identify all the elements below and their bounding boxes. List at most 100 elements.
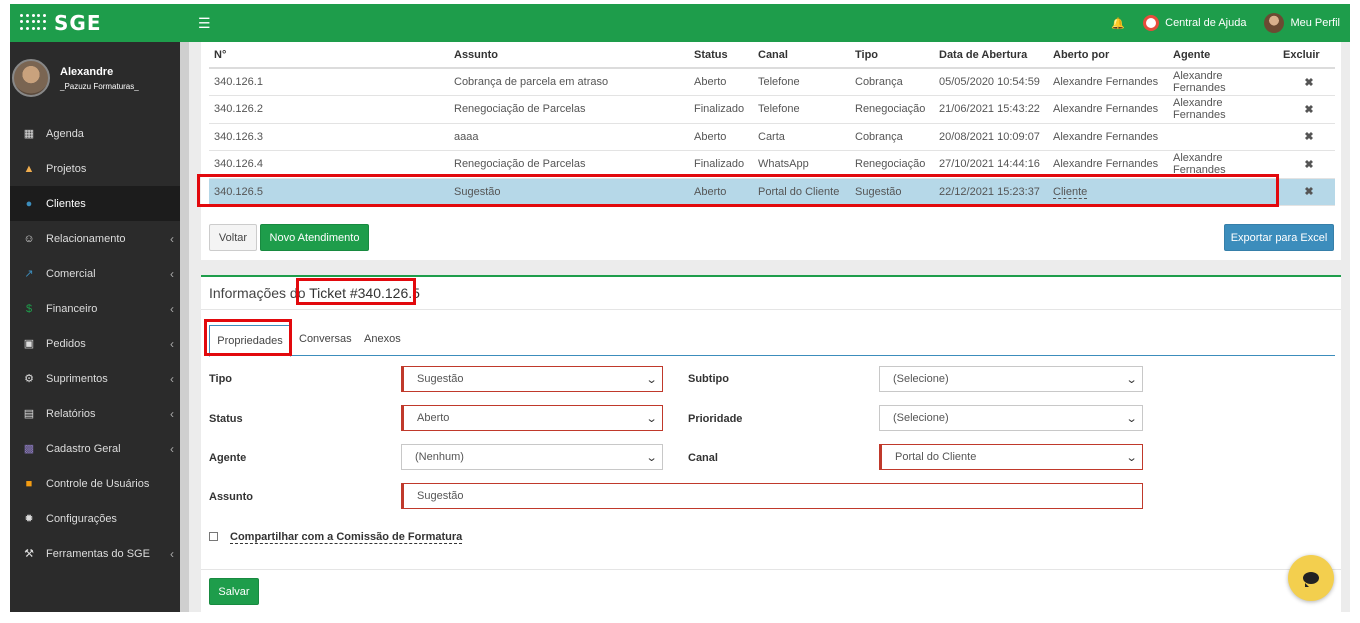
chevron-down-icon: ⌄ <box>1125 413 1138 425</box>
table-row[interactable]: 340.126.3 aaaa Aberto Carta Cobrança 20/… <box>209 123 1335 151</box>
sidebar-item-cadastro-geral[interactable]: ▩ Cadastro Geral ‹ <box>10 431 180 466</box>
sidebar-item-label: Projetos <box>46 162 87 175</box>
hamburger-menu-icon[interactable]: ☰ <box>198 15 211 32</box>
lifebuoy-icon <box>1143 15 1160 31</box>
status-select[interactable]: Aberto ⌄ <box>401 405 663 431</box>
cell-tipo: Renegociação <box>850 150 934 179</box>
table-row-selected[interactable]: 340.126.5 Sugestão Aberto Portal do Clie… <box>209 178 1335 206</box>
cell-numero: 340.126.2 <box>209 95 449 124</box>
logo-text: SGE <box>54 11 102 35</box>
calendar-icon: ▦ <box>23 128 35 140</box>
delete-x-icon[interactable]: ✖ <box>1278 178 1335 206</box>
sidebar-item-agenda[interactable]: ▦ Agenda <box>10 116 180 151</box>
prioridade-label: Prioridade <box>688 413 743 425</box>
cell-canal: WhatsApp <box>753 150 850 179</box>
salvar-button[interactable]: Salvar <box>209 578 259 605</box>
cell-assunto: Renegociação de Parcelas <box>449 95 689 124</box>
profile-link[interactable]: Meu Perfil <box>1264 13 1340 33</box>
col-header-agente[interactable]: Agente <box>1168 42 1278 69</box>
agente-select[interactable]: (Nenhum) ⌄ <box>401 444 663 470</box>
tab-propriedades[interactable]: Propriedades <box>209 325 291 357</box>
assunto-value: Sugestão <box>417 490 464 502</box>
cell-data: 05/05/2020 10:54:59 <box>934 68 1048 96</box>
voltar-button[interactable]: Voltar <box>209 224 257 251</box>
sge-logo[interactable]: SGE <box>10 11 180 35</box>
assunto-input[interactable]: Sugestão <box>401 483 1143 509</box>
delete-x-icon[interactable]: ✖ <box>1278 95 1335 124</box>
profile-avatar <box>1264 13 1285 33</box>
cell-tipo: Sugestão <box>850 178 934 206</box>
delete-x-icon[interactable]: ✖ <box>1278 68 1335 96</box>
cell-agente <box>1168 123 1278 151</box>
col-header-aberto-por[interactable]: Aberto por <box>1048 42 1168 69</box>
delete-x-icon[interactable]: ✖ <box>1278 123 1335 151</box>
cell-agente: Alexandre Fernandes <box>1168 68 1278 96</box>
compartilhar-checkbox[interactable] <box>209 532 218 541</box>
folder-icon: ▲ <box>23 162 35 175</box>
sidebar-item-comercial[interactable]: ↗ Comercial ‹ <box>10 256 180 291</box>
sidebar-item-controle-usuarios[interactable]: ■ Controle de Usuários <box>10 466 180 501</box>
sidebar-item-label: Pedidos <box>46 337 86 350</box>
user-name: Alexandre <box>60 65 114 78</box>
prioridade-select[interactable]: (Selecione) ⌄ <box>879 405 1143 431</box>
cell-agente <box>1168 178 1278 206</box>
help-center-link[interactable]: Central de Ajuda <box>1143 15 1246 31</box>
chat-bubble-icon[interactable] <box>1288 555 1334 601</box>
table-row[interactable]: 340.126.2 Renegociação de Parcelas Final… <box>209 95 1335 124</box>
sidebar-item-projetos[interactable]: ▲ Projetos <box>10 151 180 186</box>
ticket-number: Ticket #340.126.5 <box>309 285 420 301</box>
wrench-icon: ⚒ <box>24 548 34 560</box>
sidebar-item-ferramentas[interactable]: ⚒ Ferramentas do SGE ‹ <box>10 536 180 571</box>
cell-numero: 340.126.4 <box>209 150 449 179</box>
col-header-status[interactable]: Status <box>689 42 753 69</box>
sidebar-item-pedidos[interactable]: ▣ Pedidos ‹ <box>10 326 180 361</box>
cell-numero: 340.126.5 <box>209 178 449 206</box>
col-header-numero[interactable]: N° <box>209 42 449 69</box>
sidebar-item-clientes[interactable]: ● Clientes <box>10 186 180 221</box>
chevron-down-icon: ⌄ <box>645 374 658 386</box>
col-header-data[interactable]: Data de Abertura <box>934 42 1048 69</box>
sidebar-item-relacionamento[interactable]: ☺ Relacionamento ‹ <box>10 221 180 256</box>
tab-conversas[interactable]: Conversas <box>299 333 352 345</box>
cell-aberto-por: Alexandre Fernandes <box>1048 123 1168 151</box>
info-title: Informações do Ticket #340.126.5 <box>209 285 420 301</box>
col-header-canal[interactable]: Canal <box>753 42 850 69</box>
notifications-bell-icon[interactable]: 🔔 <box>1111 17 1125 30</box>
divider <box>201 309 1341 310</box>
col-header-tipo[interactable]: Tipo <box>850 42 934 69</box>
sidebar-item-suprimentos[interactable]: ⚙ Suprimentos ‹ <box>10 361 180 396</box>
table-header-row: N° Assunto Status Canal Tipo Data de Abe… <box>209 42 1335 69</box>
table-row[interactable]: 340.126.1 Cobrança de parcela em atraso … <box>209 68 1335 96</box>
chevron-left-icon: ‹ <box>170 371 174 386</box>
col-header-assunto[interactable]: Assunto <box>449 42 689 69</box>
delete-x-icon[interactable]: ✖ <box>1278 150 1335 179</box>
tipo-select[interactable]: Sugestão ⌄ <box>401 366 663 392</box>
cell-data: 20/08/2021 10:09:07 <box>934 123 1048 151</box>
cell-tipo: Renegociação <box>850 95 934 124</box>
chevron-down-icon: ⌄ <box>645 452 658 464</box>
chevron-left-icon: ‹ <box>170 266 174 281</box>
chevron-left-icon: ‹ <box>170 406 174 421</box>
chevron-down-icon: ⌄ <box>1125 374 1138 386</box>
compartilhar-label[interactable]: Compartilhar com a Comissão de Formatura <box>230 531 463 544</box>
cell-aberto-por: Alexandre Fernandes <box>1048 150 1168 179</box>
cliente-link[interactable]: Cliente <box>1053 185 1088 199</box>
cell-numero: 340.126.3 <box>209 123 449 151</box>
sidebar-item-relatorios[interactable]: ▤ Relatórios ‹ <box>10 396 180 431</box>
sidebar-item-label: Financeiro <box>46 302 98 315</box>
table-row[interactable]: 340.126.4 Renegociação de Parcelas Final… <box>209 150 1335 179</box>
subtipo-label: Subtipo <box>688 373 729 385</box>
novo-atendimento-button[interactable]: Novo Atendimento <box>260 224 369 251</box>
sidebar-item-financeiro[interactable]: $ Financeiro ‹ <box>10 291 180 326</box>
cell-data: 27/10/2021 14:44:16 <box>934 150 1048 179</box>
tab-anexos[interactable]: Anexos <box>364 333 401 345</box>
exportar-excel-button[interactable]: Exportar para Excel <box>1224 224 1334 251</box>
user-avatar <box>12 59 50 97</box>
scrollbar[interactable] <box>180 42 189 612</box>
subtipo-select[interactable]: (Selecione) ⌄ <box>879 366 1143 392</box>
help-center-label: Central de Ajuda <box>1165 17 1247 29</box>
dollar-icon: $ <box>25 302 33 315</box>
gear-icon: ✹ <box>24 513 34 525</box>
sidebar-item-configuracoes[interactable]: ✹ Configurações <box>10 501 180 536</box>
canal-select[interactable]: Portal do Cliente ⌄ <box>879 444 1143 470</box>
